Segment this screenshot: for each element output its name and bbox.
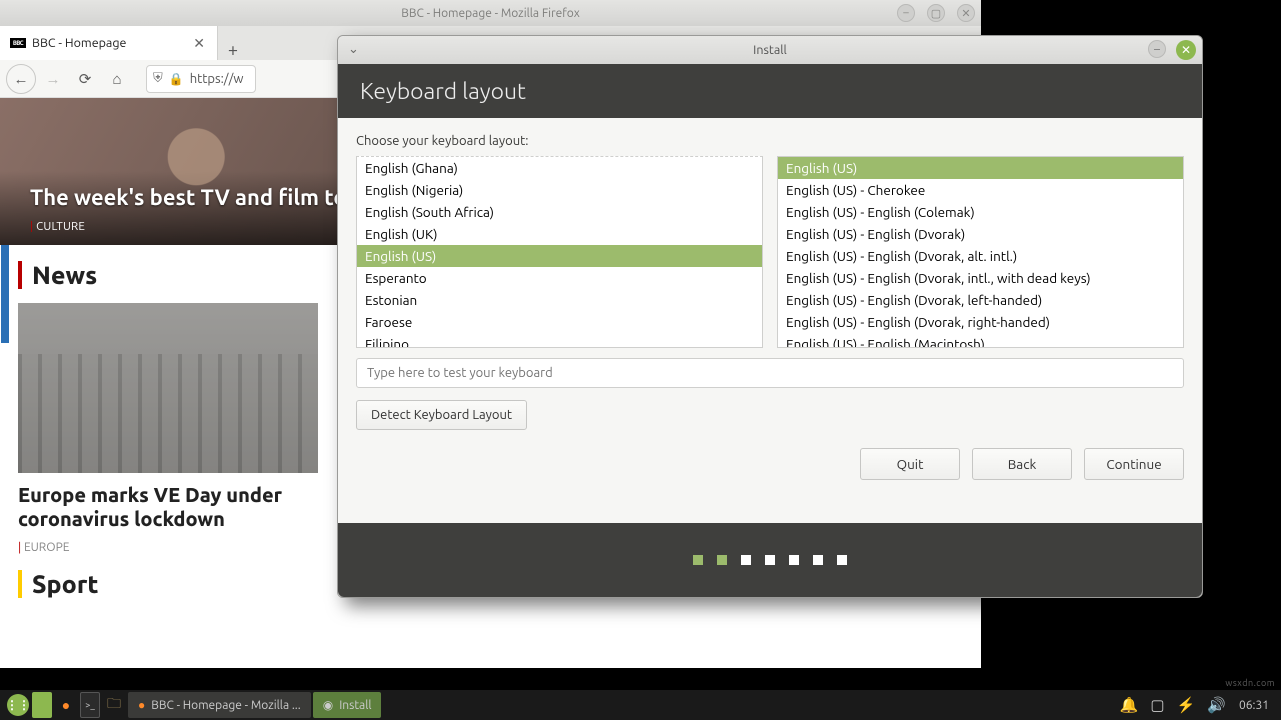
tab-favicon: BBC: [10, 38, 26, 48]
layout-language-item[interactable]: English (Nigeria): [357, 179, 762, 201]
show-desktop-button[interactable]: [32, 692, 52, 718]
progress-dot: [837, 555, 847, 565]
progress-dot: [765, 555, 775, 565]
url-text: https://w: [190, 72, 244, 86]
keyboard-test-input[interactable]: [356, 358, 1184, 388]
choose-layout-label: Choose your keyboard layout:: [356, 134, 1184, 148]
progress-dot: [717, 555, 727, 565]
back-button[interactable]: Back: [972, 448, 1072, 480]
taskbar-window-installer[interactable]: ◉Install: [313, 692, 382, 718]
watermark-text: wsxdn.com: [1225, 678, 1275, 688]
news-card-image[interactable]: [18, 303, 318, 473]
firefox-window-controls: – ▢ ✕: [897, 4, 975, 22]
browser-tab[interactable]: BBC BBC - Homepage ✕: [0, 26, 218, 60]
layout-variant-item[interactable]: English (US): [778, 157, 1183, 179]
maximize-icon[interactable]: ▢: [927, 4, 945, 22]
installer-window-title: Install: [753, 43, 787, 57]
start-menu-button[interactable]: ⋮⋮: [6, 692, 30, 718]
window-menu-icon[interactable]: ⌄: [348, 42, 359, 57]
minimize-icon[interactable]: –: [897, 4, 915, 22]
terminal-launcher-icon[interactable]: >_: [80, 692, 100, 718]
layout-variant-item[interactable]: English (US) - English (Dvorak): [778, 223, 1183, 245]
close-icon[interactable]: ✕: [957, 4, 975, 22]
network-tray-icon[interactable]: ▢: [1145, 696, 1169, 714]
progress-dot: [789, 555, 799, 565]
progress-dot: [693, 555, 703, 565]
layout-variant-item[interactable]: English (US) - Cherokee: [778, 179, 1183, 201]
taskbar-window-firefox[interactable]: ●BBC - Homepage - Mozilla ...: [128, 692, 311, 718]
layout-variant-item[interactable]: English (US) - English (Dvorak, left-han…: [778, 289, 1183, 311]
new-tab-button[interactable]: +: [218, 40, 248, 60]
layout-variant-item[interactable]: English (US) - English (Dvorak, intl., w…: [778, 267, 1183, 289]
layout-language-list[interactable]: English (Ghana)English (Nigeria)English …: [356, 156, 763, 348]
installer-titlebar[interactable]: ⌄ Install – ✕: [338, 36, 1202, 64]
layout-language-item[interactable]: English (Ghana): [357, 157, 762, 179]
layout-variant-item[interactable]: English (US) - English (Dvorak, alt. int…: [778, 245, 1183, 267]
layout-language-item[interactable]: Filipino: [357, 333, 762, 348]
installer-step-heading: Keyboard layout: [338, 64, 1202, 118]
notifications-tray-icon[interactable]: 🔔: [1115, 696, 1144, 714]
taskbar: ⋮⋮ ● >_ 🗀 ●BBC - Homepage - Mozilla ... …: [0, 690, 1281, 720]
installer-progress-dots: [338, 523, 1202, 597]
layout-language-item[interactable]: English (US): [357, 245, 762, 267]
news-card-headline[interactable]: Europe marks VE Day under coronavirus lo…: [18, 483, 318, 531]
layout-variant-item[interactable]: English (US) - English (Dvorak, right-ha…: [778, 311, 1183, 333]
layout-language-item[interactable]: Estonian: [357, 289, 762, 311]
continue-button[interactable]: Continue: [1084, 448, 1184, 480]
minimize-icon[interactable]: –: [1148, 40, 1166, 58]
layout-language-item[interactable]: English (South Africa): [357, 201, 762, 223]
quit-button[interactable]: Quit: [860, 448, 960, 480]
firefox-launcher-icon[interactable]: ●: [54, 692, 78, 718]
url-bar[interactable]: ⛨ 🔒 https://w: [146, 65, 256, 93]
layout-variant-item[interactable]: English (US) - English (Colemak): [778, 201, 1183, 223]
firefox-window-title: BBC - Homepage - Mozilla Firefox: [401, 7, 580, 20]
tab-title: BBC - Homepage: [32, 36, 191, 50]
tracking-shield-icon[interactable]: ⛨: [153, 71, 163, 86]
volume-tray-icon[interactable]: 🔊: [1202, 696, 1231, 714]
progress-dot: [741, 555, 751, 565]
lock-icon[interactable]: 🔒: [169, 72, 184, 86]
tab-close-icon[interactable]: ✕: [191, 35, 207, 52]
installer-window: ⌄ Install – ✕ Keyboard layout Choose you…: [337, 35, 1203, 598]
nav-back-button[interactable]: ←: [6, 64, 36, 94]
firefox-titlebar[interactable]: BBC - Homepage - Mozilla Firefox – ▢ ✕: [0, 0, 981, 26]
battery-tray-icon[interactable]: ⚡: [1172, 696, 1201, 714]
layout-variant-item[interactable]: English (US) - English (Macintosh): [778, 333, 1183, 348]
layout-variant-list[interactable]: English (US)English (US) - CherokeeEngli…: [777, 156, 1184, 348]
files-launcher-icon[interactable]: 🗀: [102, 692, 126, 718]
layout-language-item[interactable]: Faroese: [357, 311, 762, 333]
taskbar-clock[interactable]: 06:31: [1233, 699, 1275, 712]
nav-reload-button[interactable]: ⟳: [70, 64, 100, 94]
layout-language-item[interactable]: English (UK): [357, 223, 762, 245]
detect-keyboard-button[interactable]: Detect Keyboard Layout: [356, 400, 527, 430]
close-icon[interactable]: ✕: [1176, 40, 1196, 60]
layout-language-item[interactable]: Esperanto: [357, 267, 762, 289]
progress-dot: [813, 555, 823, 565]
nav-forward-button: →: [38, 64, 68, 94]
nav-home-button[interactable]: ⌂: [102, 64, 132, 94]
